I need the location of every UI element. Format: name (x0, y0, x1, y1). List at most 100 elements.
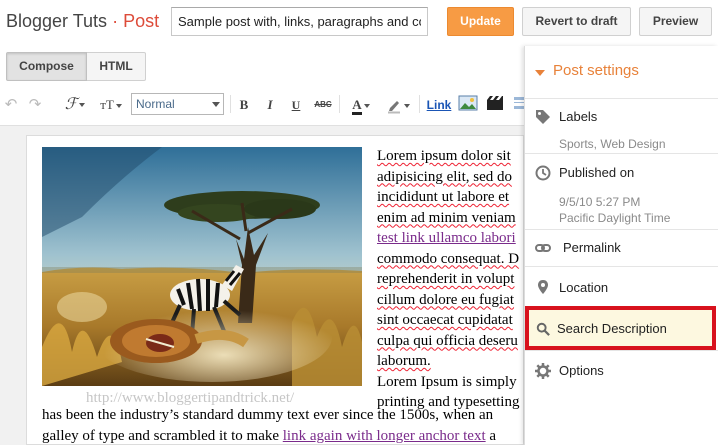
jump-break-icon (514, 97, 524, 109)
link-button[interactable]: Link (425, 96, 453, 114)
text-line-full-2: galley of type and scrambled it to make … (42, 428, 524, 445)
text-line-10: culpa qui officia deseru (377, 332, 518, 349)
gear-icon (535, 363, 551, 379)
preview-button[interactable]: Preview (639, 7, 712, 36)
published-timezone: Pacific Daylight Time (559, 211, 671, 225)
labels-value: Sports, Web Design (559, 137, 666, 151)
options-title: Options (559, 363, 604, 378)
top-bar: Blogger Tuts · Post Update Revert to dra… (0, 0, 718, 46)
chevron-down-icon (212, 102, 220, 107)
text-line-7: reprehenderit in volupt (377, 271, 515, 287)
link-icon (535, 244, 551, 252)
redo-icon[interactable]: ↷ (28, 96, 42, 114)
text-line: enim ad minim veniam (377, 208, 524, 229)
settings-location[interactable]: Location (525, 266, 718, 306)
font-family-button[interactable]: ℱ (60, 96, 90, 114)
image-watermark: http://www.bloggertipandtrick.net/ (86, 390, 295, 406)
editor-mode-tabs: Compose HTML (6, 52, 146, 81)
toolbar-divider (339, 95, 340, 113)
insert-video-button[interactable] (486, 95, 504, 113)
text-line-12: Lorem Ipsum is simply (377, 373, 517, 390)
text-line-6: commodo consequat. D (377, 250, 520, 267)
text-line: culpa qui officia deseru (377, 331, 524, 352)
insert-image-button[interactable] (458, 95, 478, 113)
published-date: 9/5/10 5:27 PM (559, 195, 641, 209)
location-title: Location (559, 280, 609, 295)
text-line-full-1: has been the industry’s standard dummy t… (42, 407, 494, 423)
text-line-11: laborum. (377, 353, 431, 369)
font-size-button[interactable]: тT (96, 96, 126, 114)
post-body-text[interactable]: Lorem ipsum dolor sit adipisicing elit, … (377, 146, 524, 413)
toolbar-divider (419, 95, 420, 113)
highlighter-icon (388, 100, 400, 114)
chevron-down-icon (115, 104, 122, 109)
published-title: Published on (559, 165, 635, 180)
font-icon: ℱ (64, 96, 78, 113)
location-pin-icon (538, 280, 548, 294)
revert-to-draft-button[interactable]: Revert to draft (522, 7, 631, 36)
undo-icon[interactable]: ↶ (4, 96, 18, 114)
settings-labels[interactable]: Labels Sports, Web Design (525, 98, 718, 153)
test-link-line[interactable]: test link ullamco labori (377, 230, 516, 246)
text-fragment: a (485, 428, 497, 444)
section-name: Post (123, 11, 160, 31)
text-line: Lorem ipsum dolor sit (377, 146, 524, 167)
settings-search-description[interactable]: Search Description (525, 306, 716, 350)
text-line-8: cillum dolore eu fugiat (377, 291, 515, 308)
search-description-title: Search Description (557, 321, 667, 336)
tag-icon (536, 110, 550, 124)
text-line-4: enim ad minim veniam (377, 209, 516, 226)
labels-title: Labels (559, 109, 598, 124)
video-icon (487, 96, 503, 110)
text-size-icon: тT (100, 97, 114, 112)
title-separator: · (112, 11, 119, 31)
chevron-down-icon (363, 104, 370, 109)
text-line-3: incididunt ut labore et (377, 189, 510, 205)
italic-button[interactable]: I (264, 96, 276, 114)
app-title: Blogger Tuts · Post (6, 11, 159, 32)
tab-compose[interactable]: Compose (6, 52, 87, 81)
highlight-color-button[interactable] (383, 96, 413, 114)
collapse-triangle-icon (535, 70, 545, 76)
clock-icon (535, 165, 551, 181)
anchor-text-link[interactable]: link again with longer anchor text (283, 428, 486, 444)
text-color-button[interactable]: A (347, 96, 375, 115)
text-color-icon: A (352, 98, 362, 115)
text-line: test link ullamco labori (377, 228, 524, 249)
text-line: cillum dolore eu fugiat (377, 290, 524, 311)
text-line: incididunt ut labore et (377, 187, 524, 208)
text-line: Lorem Ipsum is simply (377, 372, 524, 393)
permalink-title: Permalink (563, 240, 621, 255)
text-line: reprehenderit in volupt (377, 269, 524, 290)
settings-permalink[interactable]: Permalink (525, 229, 718, 266)
chevron-down-icon (404, 103, 410, 108)
post-settings-title: Post settings (553, 62, 639, 79)
bold-button[interactable]: B (238, 96, 250, 114)
format-value: Normal (136, 97, 175, 111)
text-line: commodo consequat. D (377, 249, 524, 270)
image-icon (458, 95, 478, 111)
post-title-input[interactable] (171, 7, 428, 36)
post-image[interactable] (42, 147, 362, 386)
insert-jump-break-button[interactable] (512, 95, 524, 113)
underline-button[interactable]: U (290, 96, 302, 114)
text-line-9: sint occaecat cupidatat (377, 312, 513, 328)
strikethrough-button[interactable]: ABC (313, 96, 333, 114)
update-button[interactable]: Update (447, 7, 514, 36)
text-line: laborum. (377, 351, 524, 372)
text-line-2: adipisicing elit, sed do (377, 168, 512, 185)
text-line: adipisicing elit, sed do (377, 167, 524, 188)
post-settings-panel: Post settings Labels Sports, Web Design … (524, 46, 718, 445)
search-icon (536, 322, 550, 336)
text-line-1: Lorem ipsum dolor sit (377, 148, 511, 164)
blog-name[interactable]: Blogger Tuts (6, 11, 107, 31)
paragraph-format-select[interactable]: Normal (131, 93, 224, 115)
settings-options[interactable]: Options (525, 350, 718, 390)
chevron-down-icon (79, 103, 86, 108)
post-settings-header[interactable]: Post settings (525, 46, 718, 98)
text-line: sint occaecat cupidatat (377, 310, 524, 331)
toolbar-divider (230, 95, 231, 113)
text-fragment: galley of type and scrambled it to make (42, 428, 283, 444)
settings-published-on[interactable]: Published on 9/5/10 5:27 PM Pacific Dayl… (525, 153, 718, 229)
tab-html[interactable]: HTML (87, 52, 146, 81)
